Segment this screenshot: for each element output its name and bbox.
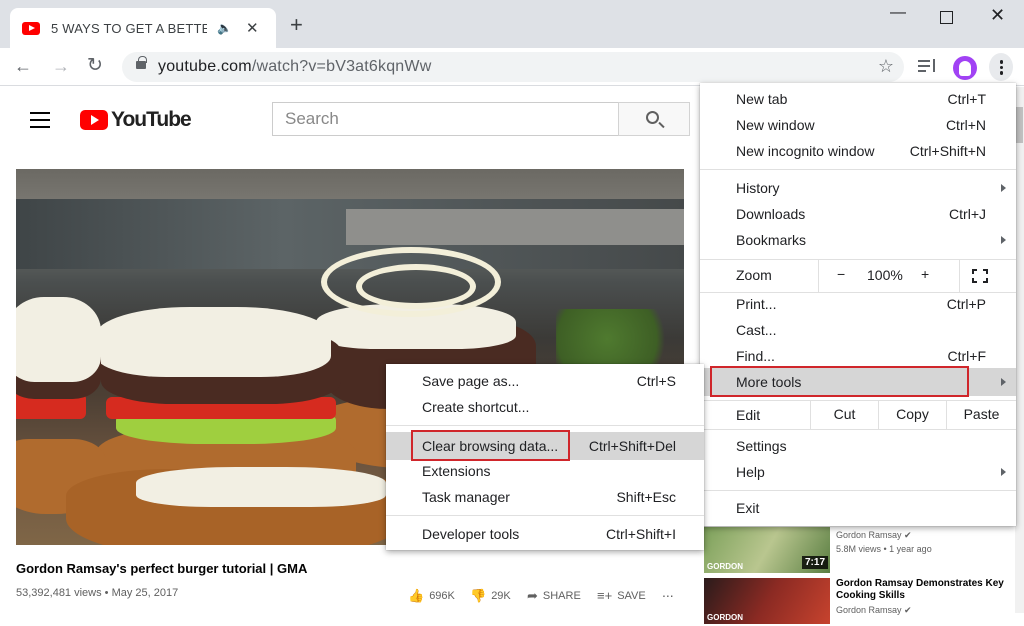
youtube-play-logo-icon (80, 110, 108, 130)
back-arrow-icon[interactable]: ← (14, 57, 32, 75)
youtube-logo[interactable]: YouTube (80, 108, 192, 132)
clear-browsing-highlight-box (411, 430, 570, 461)
menu-zoom-row: Zoom − 100% + (700, 260, 1016, 292)
save-button[interactable]: ≡+ SAVE (597, 588, 646, 603)
menu-edit-row: Edit Cut Copy Paste (700, 401, 1016, 429)
menu-item-cast[interactable]: Cast... (700, 318, 1016, 344)
menu-item-create-shortcut[interactable]: Create shortcut... (386, 395, 704, 421)
page-scrollbar[interactable] (1015, 87, 1024, 613)
thumbs-down-icon: 👎 (470, 588, 487, 603)
menu-item-new-tab[interactable]: New tab Ctrl+T (700, 87, 1016, 113)
recommendation-item[interactable]: GORDON 7:17 Gordon Ramsay ✔ 5.8M views •… (702, 527, 1024, 575)
menu-item-new-window[interactable]: New window Ctrl+N (700, 113, 1016, 139)
zoom-in-button[interactable]: + (921, 266, 929, 282)
thumbs-up-icon: 👍 (408, 588, 425, 603)
url-text[interactable]: youtube.com/watch?v=bV3at6kqnWw (158, 58, 431, 76)
youtube-search-input[interactable]: Search (272, 102, 619, 136)
window-minimize-icon[interactable]: — (890, 4, 906, 22)
youtube-favicon-icon (22, 21, 40, 35)
browser-toolbar: ← → ↻ youtube.com/watch?v=bV3at6kqnWw ☆ (0, 48, 1024, 86)
submenu-arrow-icon (1001, 236, 1006, 244)
submenu-arrow-icon (1001, 468, 1006, 476)
youtube-header: YouTube Search (0, 87, 700, 151)
playlist-add-icon: ≡+ (597, 588, 613, 603)
submenu-arrow-icon (1001, 184, 1006, 192)
menu-item-settings[interactable]: Settings (700, 434, 1016, 460)
window-close-icon[interactable]: ✕ (990, 5, 1005, 26)
dislike-button[interactable]: 👎 29K (470, 588, 511, 604)
youtube-logo-text: YouTube (111, 108, 192, 131)
zoom-out-button[interactable]: − (837, 266, 845, 282)
browser-tab[interactable]: 5 WAYS TO GET A BETTER 🔈 ✕ (10, 8, 276, 48)
forward-arrow-icon[interactable]: → (52, 57, 70, 75)
new-tab-plus-icon[interactable]: + (290, 14, 303, 36)
recommendation-thumbnail[interactable]: GORDON (704, 578, 830, 624)
menu-item-downloads[interactable]: Downloads Ctrl+J (700, 202, 1016, 228)
recommendation-thumbnail[interactable]: GORDON 7:17 (704, 527, 830, 573)
tab-title: 5 WAYS TO GET A BETTER (51, 20, 207, 36)
menu-item-developer-tools[interactable]: Developer tools Ctrl+Shift+I (386, 522, 704, 548)
menu-item-help[interactable]: Help (700, 460, 1016, 486)
bookmark-star-icon[interactable]: ☆ (878, 56, 894, 77)
menu-item-new-incognito[interactable]: New incognito window Ctrl+Shift+N (700, 139, 1016, 165)
youtube-search-button[interactable] (618, 102, 690, 136)
cut-button[interactable]: Cut (810, 401, 878, 429)
chrome-main-menu: New tab Ctrl+T New window Ctrl+N New inc… (700, 83, 1016, 526)
copy-button[interactable]: Copy (878, 401, 946, 429)
menu-item-bookmarks[interactable]: Bookmarks (700, 228, 1016, 254)
address-bar[interactable]: youtube.com/watch?v=bV3at6kqnWw ☆ (122, 52, 904, 82)
like-button[interactable]: 👍 696K (408, 588, 455, 604)
tab-strip: 5 WAYS TO GET A BETTER 🔈 ✕ + — ✕ (0, 0, 1024, 48)
tab-close-icon[interactable]: ✕ (246, 19, 259, 37)
menu-item-history[interactable]: History (700, 176, 1016, 202)
window-maximize-icon[interactable] (940, 11, 953, 24)
media-control-icon[interactable] (918, 57, 938, 77)
fullscreen-icon[interactable] (972, 269, 988, 283)
share-arrow-icon: ➦ (527, 588, 538, 603)
menu-item-save-page[interactable]: Save page as... Ctrl+S (386, 369, 704, 395)
chrome-menu-kebab-icon[interactable] (989, 53, 1013, 81)
lock-icon[interactable] (136, 56, 147, 69)
more-tools-submenu: Save page as... Ctrl+S Create shortcut..… (386, 364, 704, 550)
profile-avatar[interactable] (953, 56, 977, 80)
menu-item-exit[interactable]: Exit (700, 496, 1016, 522)
hamburger-menu-icon[interactable] (30, 112, 50, 133)
video-title: Gordon Ramsay's perfect burger tutorial … (16, 561, 308, 576)
paste-button[interactable]: Paste (946, 401, 1016, 429)
reload-icon[interactable]: ↻ (87, 56, 103, 75)
recommendation-item[interactable]: GORDON Gordon Ramsay Demonstrates Key Co… (702, 578, 1024, 626)
menu-item-task-manager[interactable]: Task manager Shift+Esc (386, 485, 704, 511)
speaker-icon[interactable]: 🔈 (217, 21, 232, 35)
more-tools-highlight-box (710, 366, 969, 397)
share-button[interactable]: ➦ SHARE (527, 588, 581, 604)
menu-item-print[interactable]: Print... Ctrl+P (700, 292, 1016, 318)
menu-item-extensions[interactable]: Extensions (386, 459, 704, 485)
search-icon (646, 111, 659, 124)
video-views-date: 53,392,481 views • May 25, 2017 (16, 587, 179, 599)
submenu-arrow-icon (1001, 378, 1006, 386)
zoom-level: 100% (867, 267, 903, 283)
more-actions-button[interactable]: ... (662, 584, 674, 600)
